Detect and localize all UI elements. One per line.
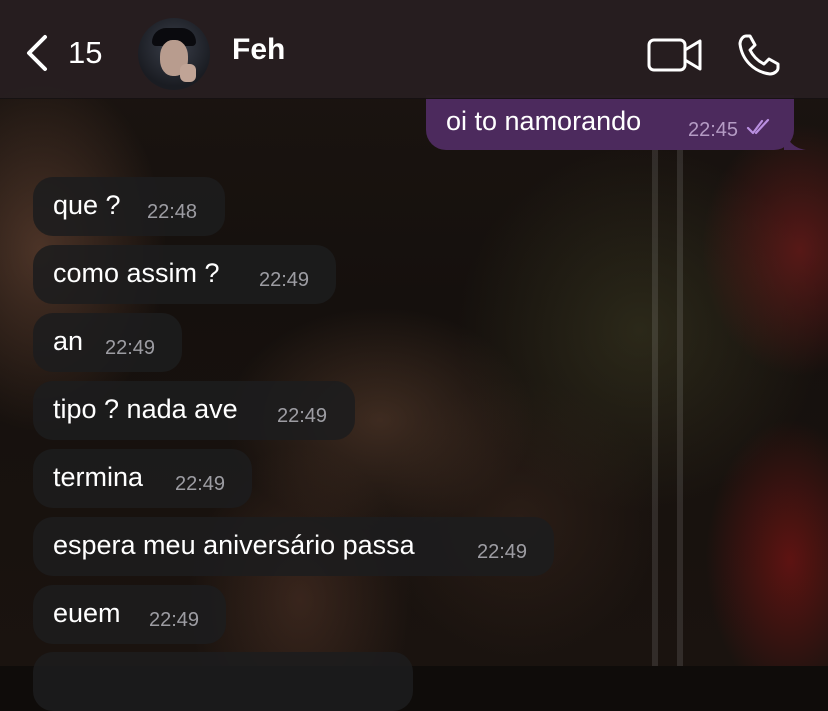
back-button[interactable]: 15 [24,30,102,76]
message-time: 22:49 [149,609,200,631]
message-text: euem [53,598,121,628]
message-bubble-incoming[interactable]: que ? 22:48 [33,177,225,236]
message-time: 22:49 [259,269,310,291]
phone-icon[interactable] [736,32,782,78]
avatar-detail [180,64,196,82]
message-time: 22:49 [105,337,156,359]
message-bubble-incoming[interactable]: espera meu aniversário passa 22:49 [33,517,554,576]
message-text: termina [53,462,144,492]
message-text: como assim ? [53,258,220,288]
message-time: 22:48 [147,201,198,223]
message-bubble-incoming[interactable]: an 22:49 [33,313,182,372]
message-list[interactable]: oi to namorando 22:45 que ? 22:48 como a… [0,0,828,711]
message-time: 22:49 [277,405,328,427]
message-time: 22:49 [477,541,528,563]
message-bubble-incoming[interactable]: como assim ? 22:49 [33,245,336,304]
bubble-tail [784,130,806,150]
chevron-left-icon [27,35,47,71]
message-bubble-incoming[interactable]: tipo ? nada ave 22:49 [33,381,355,440]
chat-header: 15 Feh [0,0,828,99]
contact-name[interactable]: Feh [232,33,285,67]
message-time: 22:45 [688,119,739,141]
message-bubble-incoming[interactable] [33,652,413,711]
message-bubble-outgoing[interactable]: oi to namorando 22:45 [426,95,806,150]
message-text: espera meu aniversário passa [53,530,415,560]
message-bubble-incoming[interactable]: termina 22:49 [33,449,252,508]
message-text: oi to namorando [446,106,642,136]
message-text: que ? [53,190,121,220]
message-time: 22:49 [175,473,226,495]
message-bubble-incoming[interactable]: euem 22:49 [33,585,226,644]
unread-count: 15 [68,35,103,70]
video-camera-icon[interactable] [647,32,703,76]
message-text: an [53,326,84,356]
double-check-icon [746,118,770,135]
avatar[interactable] [138,18,210,90]
message-text: tipo ? nada ave [53,394,238,424]
